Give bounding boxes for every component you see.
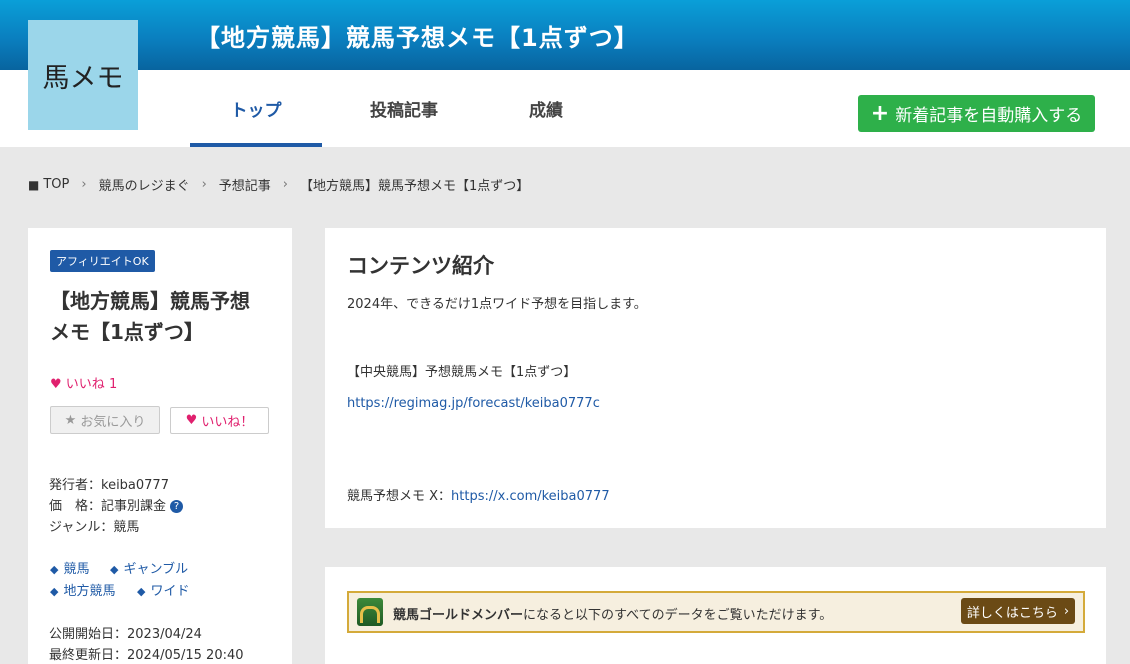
like-count-label: いいね xyxy=(65,377,105,392)
breadcrumb-top[interactable]: TOP xyxy=(43,177,69,192)
intro-text: 2024年、できるだけ1点ワイド予想を目指します。 xyxy=(347,297,647,312)
site-title: 【地方競馬】競馬予想メモ【1点ずつ】 xyxy=(196,24,639,52)
gold-member-text: 競馬ゴールドメンバーになると以下のすべてのデータをご覧いただけます。 xyxy=(393,604,832,623)
affiliate-badge: アフィリエイトOK xyxy=(50,250,155,272)
genre: ジャンル：競馬 xyxy=(49,520,140,535)
help-icon[interactable]: ? xyxy=(170,500,184,513)
tag-wide[interactable]: ◆ ワイド xyxy=(137,580,189,599)
last-updated: 最終更新日：2024/05/15 20:40 xyxy=(49,648,244,663)
tag-label: 競馬 xyxy=(63,562,90,577)
tag-chiho[interactable]: ◆ 地方競馬 xyxy=(50,580,115,599)
cube-icon: ■ xyxy=(28,177,40,192)
tab-posts[interactable]: 投稿記事 xyxy=(340,70,468,147)
gold-member-banner: 競馬ゴールドメンバーになると以下のすべてのデータをご覧いただけます。 詳しくはこ… xyxy=(347,591,1085,633)
like-button-label: いいね！ xyxy=(201,415,254,430)
tag-icon: ◆ xyxy=(50,585,59,598)
price-text: 価 格：記事別課金 xyxy=(49,499,167,514)
auto-purchase-label: 新着記事を自動購入する xyxy=(895,106,1083,126)
like-count-value: 1 xyxy=(108,377,118,392)
tag-label: ワイド xyxy=(150,584,190,599)
gold-member-desc: になると以下のすべてのデータをご覧いただけます。 xyxy=(523,608,833,623)
chevron-right-icon: › xyxy=(201,177,207,192)
tag-icon: ◆ xyxy=(50,563,59,576)
content-intro-card: コンテンツ紹介 2024年、できるだけ1点ワイド予想を目指します。 【中央競馬】… xyxy=(325,228,1106,528)
magazine-title-line1: 【地方競馬】競馬予想 xyxy=(50,289,250,313)
site-logo[interactable]: 馬メモ xyxy=(28,20,138,130)
price: 価 格：記事別課金? xyxy=(49,495,184,514)
plus-icon: + xyxy=(870,100,890,126)
auto-purchase-button[interactable]: + 新着記事を自動購入する xyxy=(858,95,1095,132)
heart-icon: ♥ xyxy=(50,377,62,392)
tab-top[interactable]: トップ xyxy=(190,70,322,147)
horseshoe-icon xyxy=(357,598,383,626)
details-label: 詳しくはこちら xyxy=(966,605,1058,621)
x-label: 競馬予想メモ X： xyxy=(347,489,452,504)
details-button[interactable]: 詳しくはこちら › xyxy=(961,598,1075,624)
gold-member-strong: 競馬ゴールドメンバー xyxy=(393,608,524,623)
tag-icon: ◆ xyxy=(137,585,146,598)
tab-results[interactable]: 成績 xyxy=(490,70,602,147)
breadcrumb-current: 【地方競馬】競馬予想メモ【1点ずつ】 xyxy=(300,179,530,194)
x-account-row: 競馬予想メモ X：https://x.com/keiba0777 xyxy=(347,485,610,504)
star-icon: ★ xyxy=(64,412,77,428)
tag-gamble[interactable]: ◆ ギャンブル xyxy=(110,558,188,577)
related-title: 【中央競馬】予想競馬メモ【1点ずつ】 xyxy=(347,365,577,380)
magazine-title: 【地方競馬】競馬予想 メモ【1点ずつ】 xyxy=(50,286,280,348)
breadcrumb-regimag[interactable]: 競馬のレジまぐ xyxy=(99,175,190,194)
favorite-label: お気に入り xyxy=(80,414,146,430)
chevron-right-icon: › xyxy=(282,177,288,192)
gold-member-card: 競馬ゴールドメンバーになると以下のすべてのデータをご覧いただけます。 詳しくはこ… xyxy=(325,567,1106,664)
tag-label: 地方競馬 xyxy=(63,584,116,599)
magazine-title-line2: メモ【1点ずつ】 xyxy=(50,320,204,344)
chevron-right-icon: › xyxy=(1063,603,1070,619)
content-title: コンテンツ紹介 xyxy=(347,254,494,278)
tag-icon: ◆ xyxy=(110,563,119,576)
like-count: ♥ いいね 1 xyxy=(50,373,117,392)
tag-keiba[interactable]: ◆ 競馬 xyxy=(50,558,89,577)
publisher: 発行者：keiba0777 xyxy=(49,478,169,493)
x-link[interactable]: https://x.com/keiba0777 xyxy=(451,489,610,504)
sidebar: アフィリエイトOK 【地方競馬】競馬予想 メモ【1点ずつ】 ♥ いいね 1 ★ … xyxy=(28,228,292,664)
like-button[interactable]: ♥ いいね！ xyxy=(170,407,269,434)
chevron-right-icon: › xyxy=(81,177,87,192)
breadcrumb: ■ TOP › 競馬のレジまぐ › 予想記事 › 【地方競馬】競馬予想メモ【1点… xyxy=(28,175,529,194)
related-link[interactable]: https://regimag.jp/forecast/keiba0777c xyxy=(347,396,600,411)
favorite-button[interactable]: ★ お気に入り xyxy=(50,406,160,434)
tag-label: ギャンブル xyxy=(123,562,189,577)
related-link-row: https://regimag.jp/forecast/keiba0777c xyxy=(347,396,600,411)
breadcrumb-forecast[interactable]: 予想記事 xyxy=(219,175,271,194)
heart-icon: ♥ xyxy=(185,413,198,428)
start-date: 公開開始日：2023/04/24 xyxy=(49,627,202,642)
